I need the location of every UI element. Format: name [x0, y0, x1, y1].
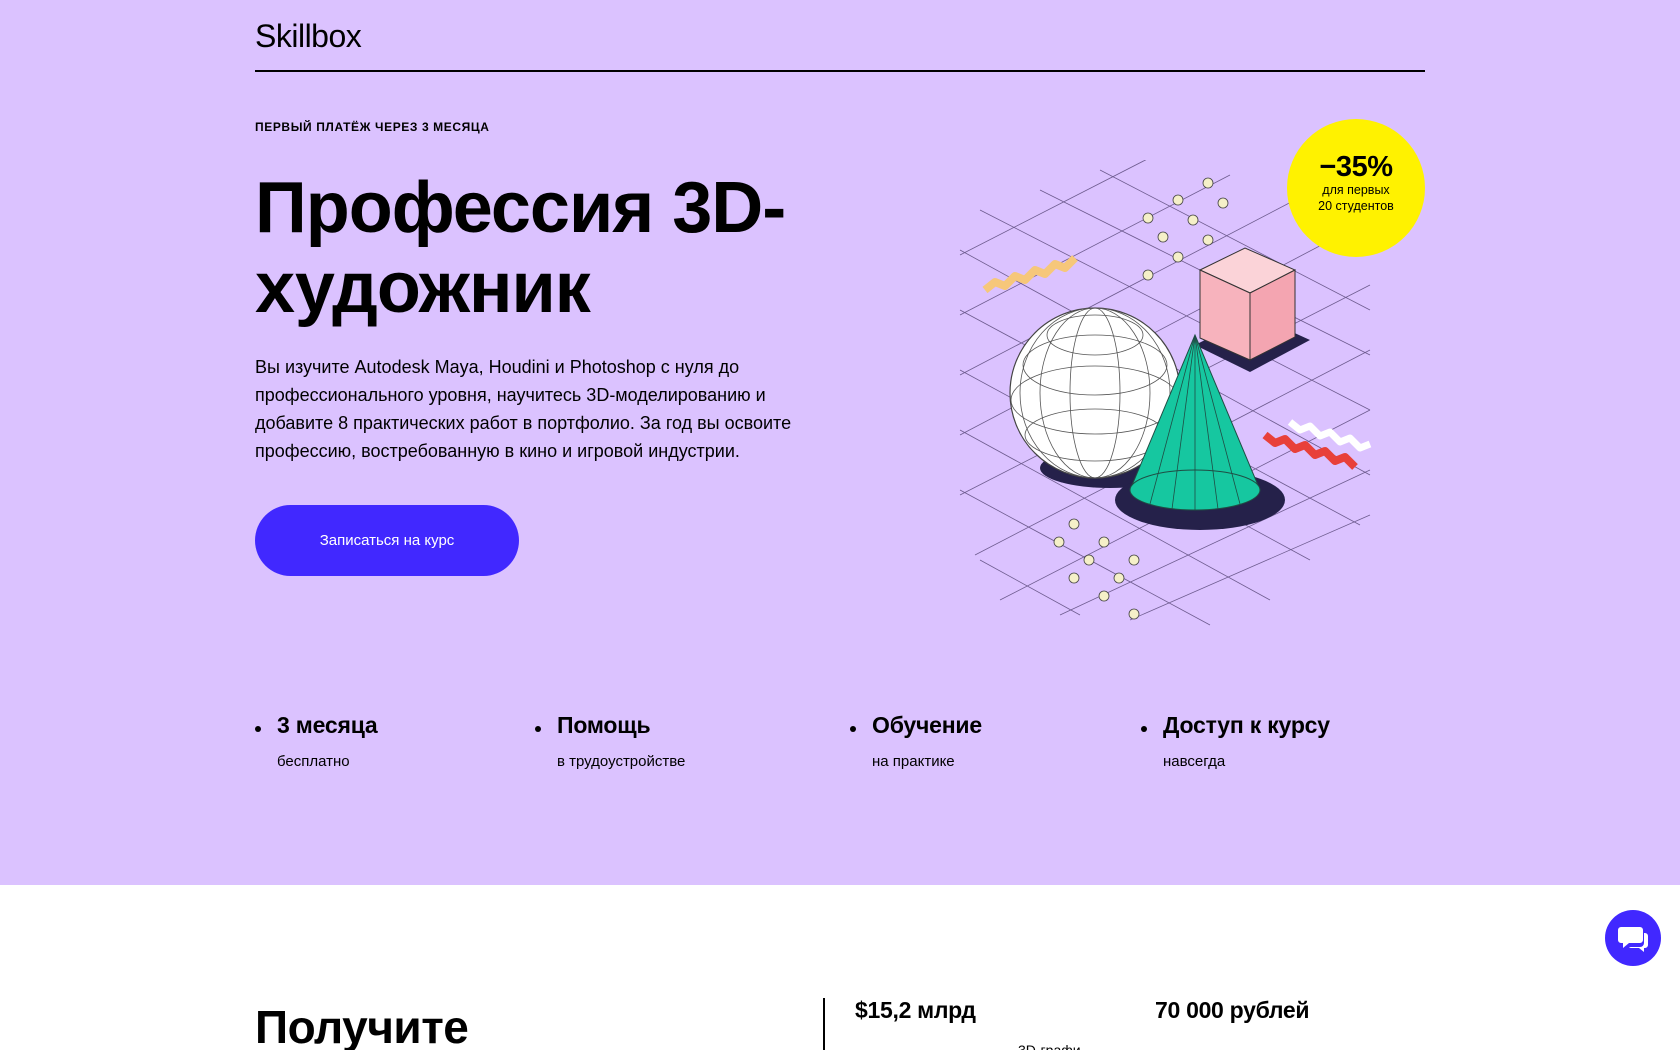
- stat-caption: 3D-графи: [1018, 1042, 1081, 1050]
- market-stat: $15,2 млрд: [855, 997, 976, 1023]
- course-description: Вы изучите Autodesk Maya, Houdini и Phot…: [255, 357, 792, 461]
- feature-title: Обучение: [872, 712, 982, 738]
- hero-section: Skillbox Первый платёж через 3 месяца Пр…: [0, 0, 1680, 885]
- discount-caption-line1: для первых: [1322, 183, 1390, 197]
- benefits-title: Получите: [255, 1001, 469, 1050]
- chat-icon: [1618, 927, 1648, 952]
- yellow-zigzag: [982, 255, 1078, 294]
- chat-button[interactable]: [1605, 910, 1661, 966]
- enroll-button[interactable]: Записаться на курс: [255, 505, 519, 576]
- bullet-icon: [1141, 726, 1147, 732]
- salary-stat: 70 000 рублей: [1155, 997, 1310, 1023]
- feature-title: Помощь: [557, 712, 651, 738]
- feature-title: Доступ к курсу: [1163, 712, 1330, 738]
- feature-subtitle: в трудоустройстве: [557, 753, 686, 770]
- section-divider: [823, 998, 825, 1050]
- dot-cluster-bottom: [1053, 518, 1140, 620]
- bullet-icon: [255, 726, 261, 732]
- feature-subtitle: бесплатно: [277, 753, 350, 770]
- payment-overline: Первый платёж через 3 месяца: [255, 120, 490, 134]
- skillbox-logo[interactable]: Skillbox: [255, 18, 362, 55]
- discount-caption-line2: 20 студентов: [1318, 199, 1394, 213]
- benefits-section: Получите $15,2 млрд 70 000 рублей 3D-гра…: [0, 885, 1680, 1050]
- bullet-icon: [535, 726, 541, 732]
- page-title: Профессия 3D-художник: [255, 168, 786, 328]
- site-header: Skillbox: [255, 0, 1425, 72]
- feature-subtitle: на практике: [872, 753, 955, 770]
- discount-value: −35%: [1319, 151, 1393, 183]
- feature-subtitle: навсегда: [1163, 753, 1226, 770]
- discount-badge: −35% для первых 20 студентов: [1287, 119, 1425, 257]
- bullet-icon: [850, 726, 856, 732]
- features-list: 3 месяца бесплатно Помощь в трудоустройс…: [0, 712, 1680, 782]
- feature-title: 3 месяца: [277, 712, 378, 738]
